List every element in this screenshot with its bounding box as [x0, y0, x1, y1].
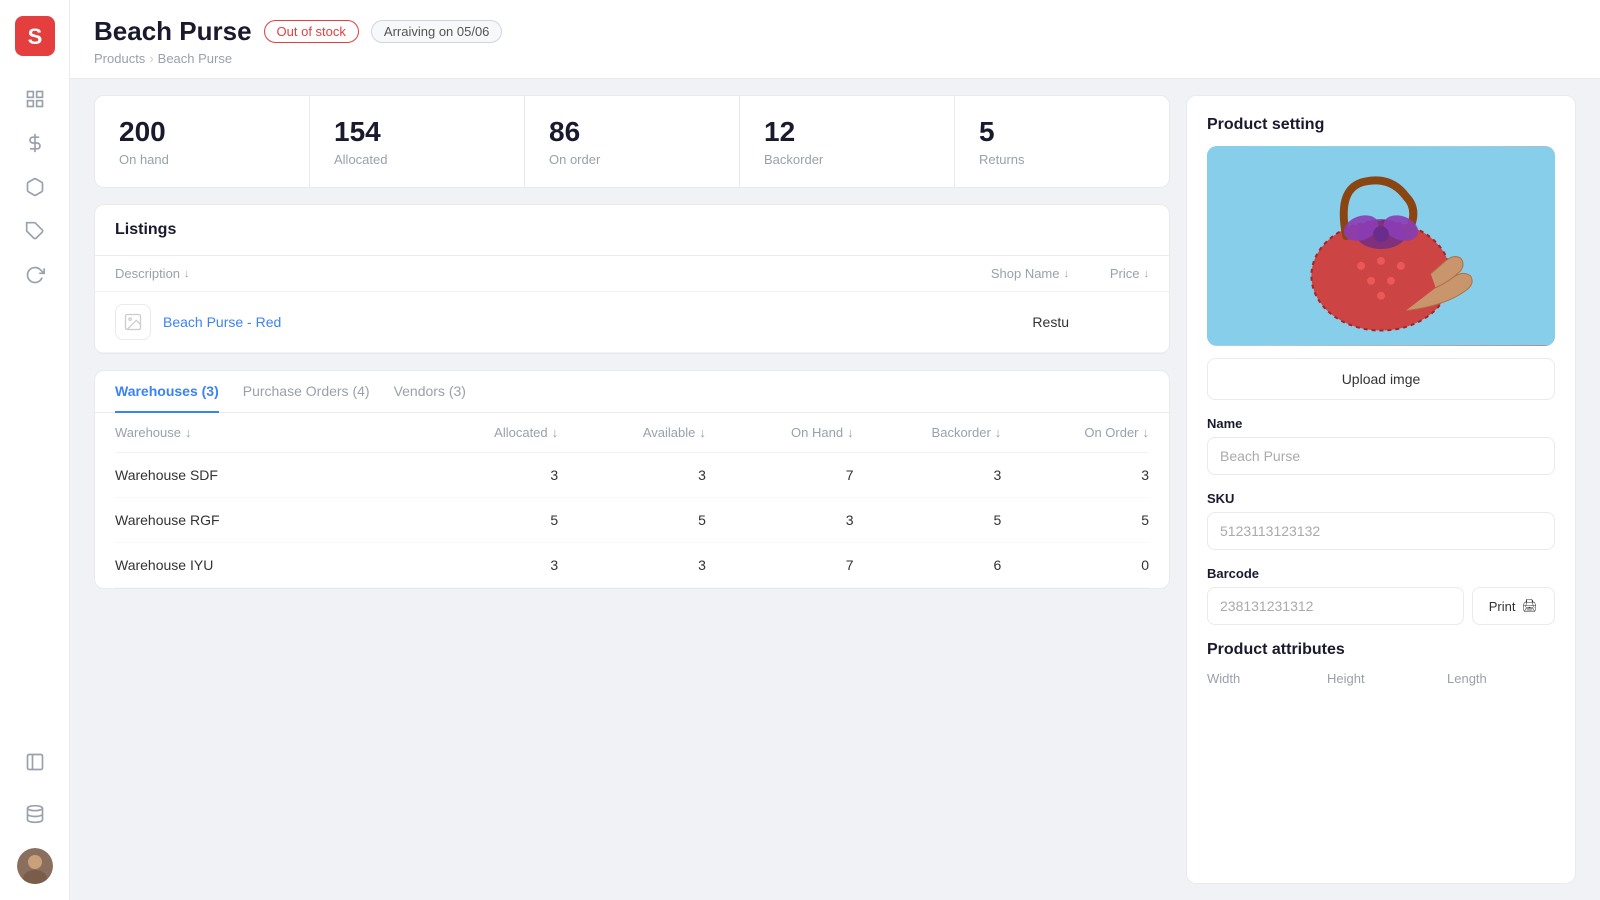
- wh-available-sdf: 3: [558, 467, 706, 483]
- wh-backorder-sdf: 3: [854, 467, 1002, 483]
- barcode-input[interactable]: [1207, 587, 1464, 625]
- refresh-icon[interactable]: [17, 257, 53, 293]
- tabs: Warehouses (3) Purchase Orders (4) Vendo…: [95, 371, 1169, 413]
- attr-length: Length: [1447, 671, 1555, 686]
- wh-col-allocated[interactable]: Allocated ↓: [410, 425, 558, 440]
- listing-name[interactable]: Beach Purse - Red: [163, 314, 767, 330]
- arriving-badge: Arraiving on 05/06: [371, 20, 503, 43]
- listing-thumbnail: [115, 304, 151, 340]
- wh-name-rgf: Warehouse RGF: [115, 512, 410, 528]
- wh-on-hand-sdf: 7: [706, 467, 854, 483]
- sort-price-icon: ↓: [1144, 268, 1150, 280]
- table-row: Warehouse IYU 3 3 7 6 0: [115, 543, 1149, 588]
- attr-width: Width: [1207, 671, 1315, 686]
- sidebar-collapse-icon[interactable]: [17, 744, 53, 780]
- header: Beach Purse Out of stock Arraiving on 05…: [70, 0, 1600, 79]
- sort-desc-icon: ↓: [184, 268, 190, 280]
- wh-on-order-rgf: 5: [1001, 512, 1149, 528]
- breadcrumb-products[interactable]: Products: [94, 51, 145, 66]
- wh-on-order-sdf: 3: [1001, 467, 1149, 483]
- wh-col-available[interactable]: Available ↓: [558, 425, 706, 440]
- listing-shop: Restu: [767, 314, 1069, 330]
- sku-field-section: SKU: [1207, 491, 1555, 550]
- breadcrumb: Products › Beach Purse: [94, 51, 1576, 66]
- barcode-label: Barcode: [1207, 566, 1555, 581]
- printer-icon: 🖨: [1521, 598, 1538, 614]
- stat-backorder: 12 Backorder: [740, 96, 955, 187]
- wh-backorder-iyu: 6: [854, 557, 1002, 573]
- stat-on-order: 86 On order: [525, 96, 740, 187]
- product-attributes-section: Product attributes Width Height Length: [1207, 641, 1555, 686]
- name-label: Name: [1207, 416, 1555, 431]
- sku-input[interactable]: [1207, 512, 1555, 550]
- col-description[interactable]: Description ↓: [115, 266, 751, 281]
- content-area: 200 On hand 154 Allocated 86 On order 12…: [70, 79, 1600, 900]
- wh-col-on-order[interactable]: On Order ↓: [1001, 425, 1149, 440]
- wh-name-iyu: Warehouse IYU: [115, 557, 410, 573]
- wh-name-sdf: Warehouse SDF: [115, 467, 410, 483]
- wh-allocated-iyu: 3: [410, 557, 558, 573]
- name-input[interactable]: [1207, 437, 1555, 475]
- box-icon[interactable]: [17, 169, 53, 205]
- warehouse-table: Warehouse ↓ Allocated ↓ Available ↓ On: [95, 413, 1169, 588]
- product-setting-title: Product setting: [1207, 116, 1555, 134]
- wh-on-hand-iyu: 7: [706, 557, 854, 573]
- status-badge: Out of stock: [264, 20, 359, 43]
- listing-row[interactable]: Beach Purse - Red Restu: [95, 292, 1169, 353]
- wh-on-order-iyu: 0: [1001, 557, 1149, 573]
- table-row: Warehouse RGF 5 5 3 5 5: [115, 498, 1149, 543]
- stats-card: 200 On hand 154 Allocated 86 On order 12…: [94, 95, 1170, 188]
- tab-vendors[interactable]: Vendors (3): [394, 371, 466, 413]
- svg-text:S: S: [27, 24, 42, 49]
- breadcrumb-current: Beach Purse: [158, 51, 232, 66]
- logo[interactable]: S: [15, 16, 55, 61]
- wh-allocated-rgf: 5: [410, 512, 558, 528]
- attr-height: Height: [1327, 671, 1435, 686]
- warehouses-card: Warehouses (3) Purchase Orders (4) Vendo…: [94, 370, 1170, 589]
- wh-backorder-rgf: 5: [854, 512, 1002, 528]
- grid-icon[interactable]: [17, 81, 53, 117]
- sku-label: SKU: [1207, 491, 1555, 506]
- barcode-field-section: Barcode Print 🖨: [1207, 566, 1555, 625]
- wh-on-hand-rgf: 3: [706, 512, 854, 528]
- col-shop-name[interactable]: Shop Name ↓: [751, 266, 1069, 281]
- avatar[interactable]: [17, 848, 53, 884]
- print-button[interactable]: Print 🖨: [1472, 587, 1555, 625]
- listings-table-header: Description ↓ Shop Name ↓ Price ↓: [95, 256, 1169, 292]
- listings-card: Listings Description ↓ Shop Name ↓ Price…: [94, 204, 1170, 354]
- name-field-section: Name: [1207, 416, 1555, 475]
- stat-allocated: 154 Allocated: [310, 96, 525, 187]
- sidebar: S: [0, 0, 70, 900]
- wh-col-on-hand[interactable]: On Hand ↓: [706, 425, 854, 440]
- table-row: Warehouse SDF 3 3 7 3 3: [115, 453, 1149, 498]
- tab-purchase-orders[interactable]: Purchase Orders (4): [243, 371, 370, 413]
- attributes-title: Product attributes: [1207, 641, 1555, 659]
- tag-icon[interactable]: [17, 213, 53, 249]
- left-panel: 200 On hand 154 Allocated 86 On order 12…: [94, 95, 1170, 884]
- listings-title: Listings: [95, 205, 1169, 256]
- page-title: Beach Purse: [94, 16, 252, 47]
- main-content: Beach Purse Out of stock Arraiving on 05…: [70, 0, 1600, 900]
- sort-warehouse-icon: ↓: [185, 425, 192, 440]
- barcode-row: Print 🖨: [1207, 587, 1555, 625]
- attributes-row: Width Height Length: [1207, 671, 1555, 686]
- stat-returns: 5 Returns: [955, 96, 1169, 187]
- product-image: [1207, 146, 1555, 346]
- wh-col-warehouse[interactable]: Warehouse ↓: [115, 425, 410, 440]
- wh-available-rgf: 5: [558, 512, 706, 528]
- wh-allocated-sdf: 3: [410, 467, 558, 483]
- stat-on-hand: 200 On hand: [95, 96, 310, 187]
- dollar-icon[interactable]: [17, 125, 53, 161]
- database-icon[interactable]: [17, 796, 53, 832]
- wh-col-backorder[interactable]: Backorder ↓: [854, 425, 1002, 440]
- right-panel: Product setting: [1186, 95, 1576, 884]
- warehouse-table-header: Warehouse ↓ Allocated ↓ Available ↓ On: [115, 413, 1149, 453]
- sort-on-order-icon: ↓: [1143, 425, 1150, 440]
- col-price[interactable]: Price ↓: [1069, 266, 1149, 281]
- tab-warehouses[interactable]: Warehouses (3): [115, 371, 219, 413]
- upload-image-button[interactable]: Upload imge: [1207, 358, 1555, 400]
- wh-available-iyu: 3: [558, 557, 706, 573]
